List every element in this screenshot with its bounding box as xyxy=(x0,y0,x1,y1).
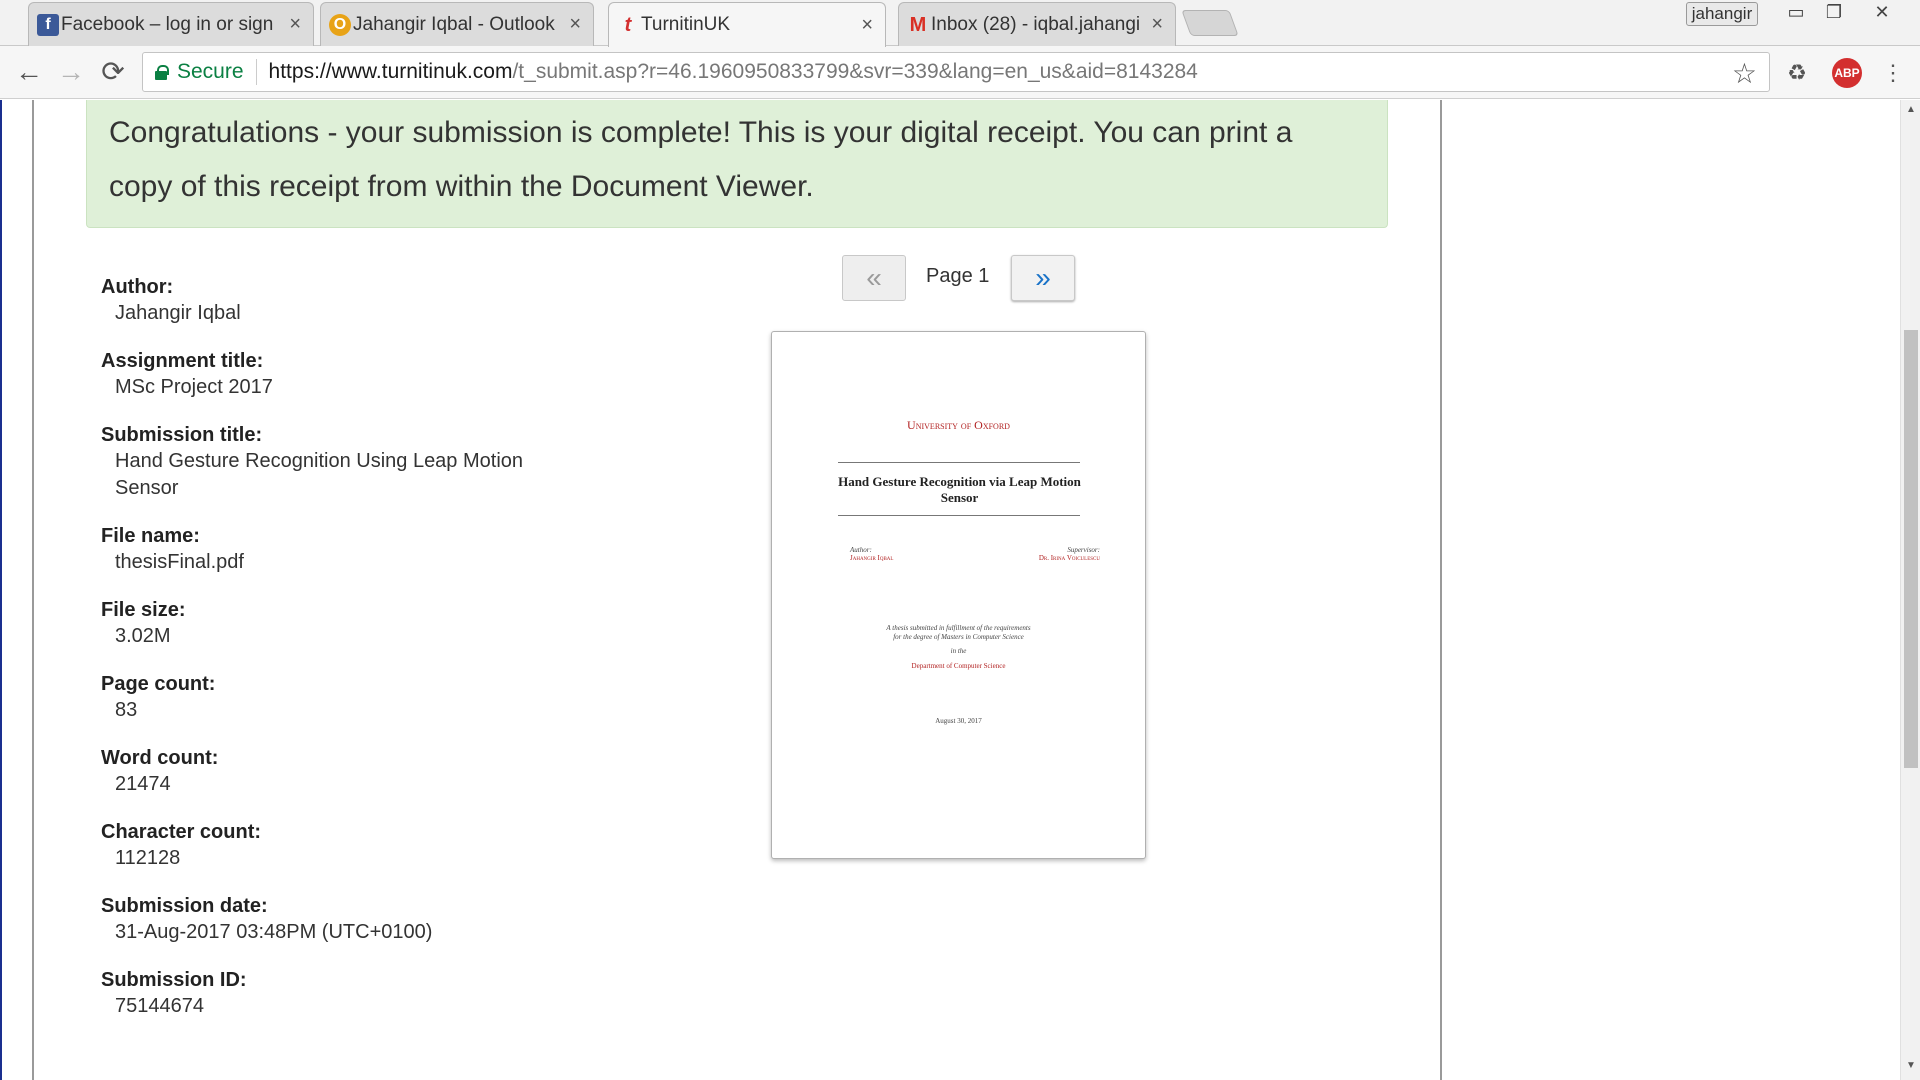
tab-turnitin[interactable]: t TurnitinUK × xyxy=(608,2,886,47)
page-navigator: « Page 1 » xyxy=(842,255,1075,301)
thumb-author-name: Jahangir Iqbal xyxy=(850,554,894,562)
field-submission-id: Submission ID: 75144674 xyxy=(101,967,601,1020)
close-icon[interactable]: × xyxy=(861,14,873,37)
scroll-down-arrow[interactable]: ▼ xyxy=(1901,1060,1920,1071)
thumb-statement: for the degree of Masters in Computer Sc… xyxy=(893,633,1024,641)
field-value: thesisFinal.pdf xyxy=(115,551,244,573)
facebook-icon: f xyxy=(37,14,59,36)
field-value: 3.02M xyxy=(115,625,171,647)
thumb-supervisor-name: Dr. Irina Voiculescu xyxy=(1038,554,1100,562)
menu-icon[interactable]: ⋮ xyxy=(1878,58,1908,88)
scroll-up-arrow[interactable]: ▲ xyxy=(1901,104,1920,115)
tab-gmail[interactable]: M Inbox (28) - iqbal.jahangi × xyxy=(898,2,1176,46)
close-icon[interactable]: × xyxy=(289,13,301,36)
secure-label: Secure xyxy=(177,60,244,83)
field-file-name: File name: thesisFinal.pdf xyxy=(101,523,601,576)
adblock-plus-icon[interactable]: ABP xyxy=(1832,58,1862,88)
field-value: 83 xyxy=(115,699,138,721)
field-value: 21474 xyxy=(115,773,171,795)
thumb-rule xyxy=(838,462,1080,463)
tab-title: Inbox (28) - iqbal.jahangi xyxy=(931,13,1141,35)
tab-strip: f Facebook – log in or sign × O Jahangir… xyxy=(0,0,1920,47)
thumb-date: August 30, 2017 xyxy=(935,717,982,725)
reload-button[interactable]: ⟳ xyxy=(96,56,130,90)
new-tab-button[interactable] xyxy=(1181,10,1239,36)
field-word-count: Word count: 21474 xyxy=(101,745,601,798)
field-page-count: Page count: 83 xyxy=(101,671,601,724)
field-author: Author: Jahangir Iqbal xyxy=(101,274,601,327)
field-value: 75144674 xyxy=(115,995,204,1017)
tab-title: Jahangir Iqbal - Outlook xyxy=(353,13,555,35)
profile-button[interactable]: jahangir xyxy=(1686,2,1758,26)
previous-page-button[interactable]: « xyxy=(842,255,906,301)
url-path[interactable]: /t_submit.asp?r=46.1960950833799&svr=339… xyxy=(512,60,1197,84)
field-assignment-title: Assignment title: MSc Project 2017 xyxy=(101,348,601,401)
thumb-rule xyxy=(838,515,1080,516)
field-value: 31-Aug-2017 03:48PM (UTC+0100) xyxy=(115,921,433,943)
thumb-author-label: Author: xyxy=(850,546,872,554)
restore-button[interactable]: ❐ xyxy=(1810,0,1858,26)
field-label: Assignment title: xyxy=(101,350,264,372)
url-host[interactable]: https://www.turnitinuk.com xyxy=(269,60,513,84)
submission-details: Author: Jahangir Iqbal Assignment title:… xyxy=(101,274,601,1041)
field-label: File name: xyxy=(101,525,200,547)
field-label: Author: xyxy=(101,276,174,298)
gmail-icon: M xyxy=(909,13,927,36)
field-label: File size: xyxy=(101,599,186,621)
window-edge xyxy=(0,100,2,1080)
thumb-statement: in the xyxy=(950,647,967,655)
thumb-statement: A thesis submitted in fulfillment of the… xyxy=(886,624,1031,632)
field-label: Submission title: xyxy=(101,424,263,446)
field-character-count: Character count: 112128 xyxy=(101,819,601,872)
page-label: Page 1 xyxy=(926,265,990,287)
field-label: Page count: xyxy=(101,673,216,695)
thumb-university: University of Oxford xyxy=(907,418,1010,432)
recycle-extension-icon[interactable]: ♻ xyxy=(1782,58,1812,88)
bookmark-star-icon[interactable]: ☆ xyxy=(1732,57,1757,90)
vertical-scrollbar[interactable]: ▲ ▼ xyxy=(1900,100,1920,1080)
tab-title: Facebook – log in or sign xyxy=(61,13,274,35)
document-thumbnail[interactable]: University of Oxford Hand Gesture Recogn… xyxy=(771,331,1146,859)
close-icon[interactable]: × xyxy=(1151,13,1163,36)
browser-toolbar: ← → ⟳ Secure https://www.turnitinuk.com /… xyxy=(0,46,1920,99)
turnitin-icon: t xyxy=(624,13,632,36)
forward-button[interactable]: → xyxy=(54,56,88,90)
page-viewport: Congratulations - your submission is com… xyxy=(0,100,1900,1080)
tab-title: TurnitinUK xyxy=(641,14,731,35)
field-submission-title: Submission title: Hand Gesture Recogniti… xyxy=(101,422,601,502)
address-bar[interactable]: Secure https://www.turnitinuk.com/t_subm… xyxy=(142,52,1770,92)
close-icon[interactable]: × xyxy=(569,13,581,36)
field-value: Hand Gesture Recognition Using Leap Moti… xyxy=(115,450,524,499)
thumb-supervisor-label: Supervisor: xyxy=(1067,546,1100,554)
tab-facebook[interactable]: f Facebook – log in or sign × xyxy=(28,2,314,46)
next-page-button[interactable]: » xyxy=(1011,255,1075,301)
back-button[interactable]: ← xyxy=(12,56,46,90)
thumb-title: Hand Gesture Recognition via Leap Motion… xyxy=(838,474,1081,505)
tab-outlook[interactable]: O Jahangir Iqbal - Outlook × xyxy=(320,2,594,46)
success-banner: Congratulations - your submission is com… xyxy=(86,100,1388,228)
field-label: Character count: xyxy=(101,821,262,843)
field-label: Word count: xyxy=(101,747,219,769)
close-window-button[interactable]: ✕ xyxy=(1858,0,1906,26)
scrollbar-thumb[interactable] xyxy=(1904,330,1918,768)
thumb-department: Department of Computer Science xyxy=(911,662,1006,670)
field-value: Jahangir Iqbal xyxy=(115,302,241,324)
divider xyxy=(255,59,257,85)
lock-icon xyxy=(155,64,169,80)
field-submission-date: Submission date: 31-Aug-2017 03:48PM (UT… xyxy=(101,893,601,946)
field-value: MSc Project 2017 xyxy=(115,376,273,398)
field-value: 112128 xyxy=(115,847,181,869)
field-label: Submission ID: xyxy=(101,969,247,991)
field-label: Submission date: xyxy=(101,895,268,917)
outlook-icon: O xyxy=(329,14,351,36)
field-file-size: File size: 3.02M xyxy=(101,597,601,650)
